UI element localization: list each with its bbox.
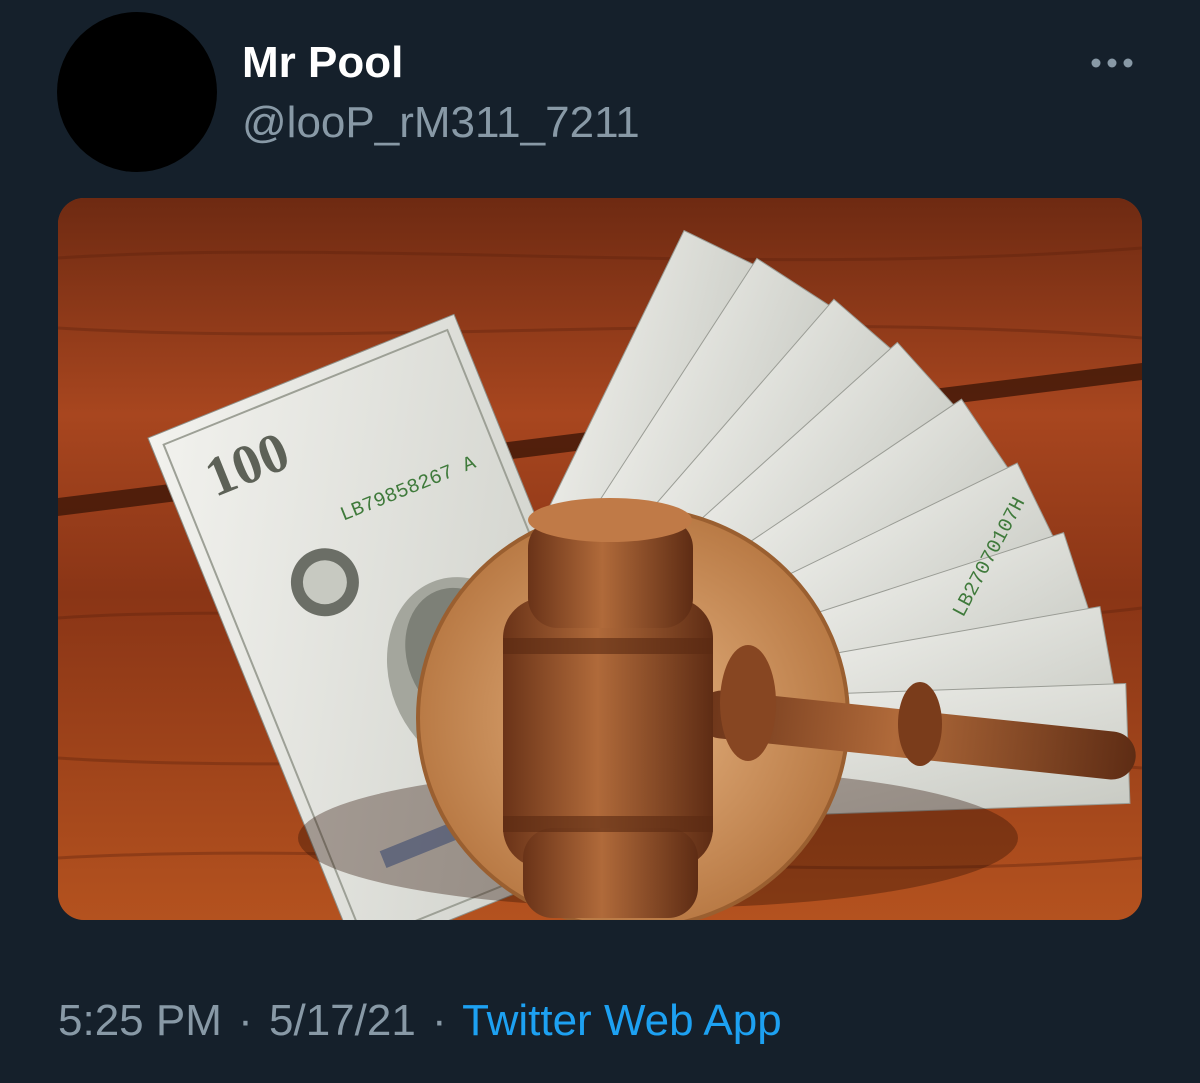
tweet-meta: 5:25 PM · 5/17/21 · Twitter Web App [58, 996, 782, 1046]
gavel-money-photo: 100 LB79858267 A LB27070107H [58, 198, 1142, 920]
tweet-date[interactable]: 5/17/21 [269, 996, 416, 1045]
tweet-media-image[interactable]: 100 LB79858267 A LB27070107H [58, 198, 1142, 920]
tweet-time[interactable]: 5:25 PM [58, 996, 222, 1045]
author-handle[interactable]: @looP_rM311_7211 [242, 98, 640, 148]
more-horizontal-icon [1091, 58, 1133, 68]
more-button[interactable] [1086, 46, 1138, 80]
meta-separator: · [432, 996, 447, 1045]
avatar[interactable] [57, 12, 217, 172]
tweet-source-link[interactable]: Twitter Web App [462, 996, 782, 1045]
meta-separator: · [238, 996, 253, 1045]
author-display-name[interactable]: Mr Pool [242, 38, 403, 88]
